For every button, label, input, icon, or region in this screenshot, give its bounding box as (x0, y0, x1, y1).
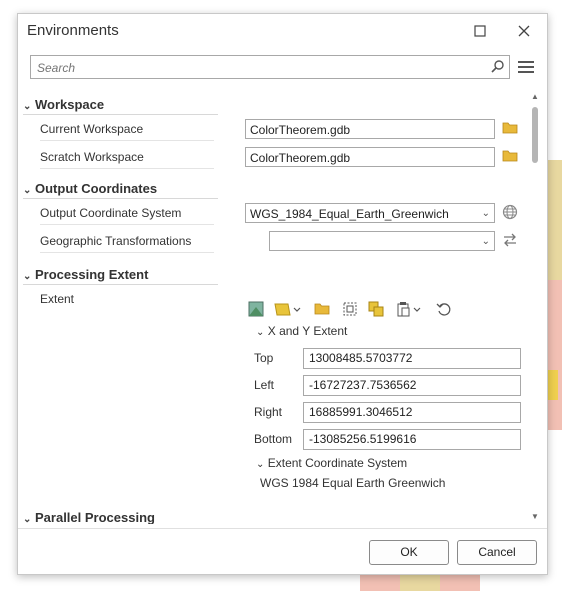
draw-extent-icon[interactable] (342, 301, 360, 319)
folder-icon[interactable] (502, 120, 520, 138)
geographic-transformations-label: Geographic Transformations (40, 234, 192, 248)
bottom-label: Bottom (254, 432, 293, 446)
search-box[interactable] (30, 55, 510, 79)
divider (40, 224, 214, 225)
left-field[interactable]: -16727237.7536562 (303, 375, 521, 396)
globe-icon[interactable] (502, 204, 520, 222)
chevron-down-icon: ⌄ (23, 271, 32, 282)
section-output-coordinates[interactable]: ⌄ Output Coordinates (23, 181, 157, 196)
chevron-down-icon: ⌄ (23, 514, 32, 524)
top-field[interactable]: 13008485.5703772 (303, 348, 521, 369)
right-field[interactable]: 16885991.3046512 (303, 402, 521, 423)
section-workspace[interactable]: ⌄ Workspace (23, 97, 104, 112)
hamburger-menu-icon[interactable] (518, 58, 534, 74)
dialog-footer: OK Cancel (18, 528, 547, 575)
extent-label: Extent (40, 292, 75, 306)
background-map-fragment (546, 280, 562, 430)
chevron-down-icon: ⌄ (23, 101, 32, 112)
scroll-thumb[interactable] (532, 107, 538, 163)
transform-arrows-icon[interactable] (502, 233, 520, 251)
section-label: Output Coordinates (35, 181, 158, 196)
folder-icon[interactable] (502, 148, 520, 166)
scratch-workspace-field[interactable]: ColorTheorem.gdb (245, 147, 495, 167)
scratch-workspace-label: Scratch Workspace (40, 150, 144, 164)
union-extent-icon[interactable] (368, 301, 386, 319)
background-map-fragment (546, 160, 562, 280)
current-workspace-label: Current Workspace (40, 122, 144, 136)
extent-coordinate-system-value: WGS 1984 Equal Earth Greenwich (260, 476, 446, 490)
current-workspace-field[interactable]: ColorTheorem.gdb (245, 119, 495, 139)
close-icon[interactable] (513, 20, 535, 42)
output-coordinate-system-dropdown[interactable]: WGS_1984_Equal_Earth_Greenwich ⌄ (245, 203, 495, 223)
environments-list: ⌄ Workspace Current Workspace ColorTheore… (18, 90, 527, 524)
chevron-down-icon: ⌄ (256, 459, 265, 470)
ok-button[interactable]: OK (369, 540, 449, 565)
section-label: Processing Extent (35, 267, 149, 282)
section-label: Workspace (35, 97, 105, 112)
divider (23, 284, 218, 285)
reset-icon[interactable] (436, 301, 454, 319)
section-label: Parallel Processing (35, 510, 155, 524)
divider (40, 252, 214, 253)
output-coordinate-system-value: WGS_1984_Equal_Earth_Greenwich (250, 207, 449, 221)
xy-extent-label: X and Y Extent (267, 324, 348, 338)
right-label: Right (254, 405, 283, 419)
map-extent-icon[interactable] (248, 301, 266, 319)
top-label: Top (254, 351, 274, 365)
maximize-icon[interactable] (469, 20, 491, 42)
chevron-down-icon: ⌄ (23, 185, 32, 196)
divider (23, 198, 218, 199)
dialog-title: Environments (27, 22, 119, 39)
geographic-transformations-dropdown[interactable]: ⌄ (269, 231, 495, 251)
chevron-down-icon: ⌄ (481, 208, 490, 219)
divider (23, 114, 218, 115)
divider (40, 168, 214, 169)
cancel-button[interactable]: Cancel (457, 540, 537, 565)
chevron-down-icon: ⌄ (256, 327, 265, 338)
output-coordinate-system-label: Output Coordinate System (40, 206, 182, 220)
extent-coordinate-system-label: Extent Coordinate System (267, 456, 408, 470)
extent-coordinate-system-group[interactable]: ⌄ Extent Coordinate System (256, 456, 407, 470)
section-processing-extent[interactable]: ⌄ Processing Extent (23, 267, 148, 282)
scroll-up-icon[interactable]: ▲ (531, 92, 539, 101)
folder-icon[interactable] (314, 301, 332, 319)
background-map-fragment (400, 573, 440, 591)
section-parallel-processing[interactable]: ⌄ Parallel Processing (23, 510, 155, 524)
x-and-y-extent-group[interactable]: ⌄ X and Y Extent (256, 324, 347, 338)
divider (40, 140, 214, 141)
scroll-down-icon[interactable]: ▼ (531, 512, 539, 521)
layer-extent-icon[interactable] (274, 301, 304, 319)
left-label: Left (254, 378, 275, 392)
title-bar: Environments (18, 14, 547, 48)
vertical-scrollbar[interactable]: ▲ ▼ (528, 90, 542, 524)
bottom-field[interactable]: -13085256.5199616 (303, 429, 521, 450)
environments-dialog: Environments ⌄Workspace Current Workspac… (17, 13, 548, 575)
search-input[interactable] (35, 58, 479, 78)
chevron-down-icon: ⌄ (481, 236, 490, 247)
search-icon[interactable] (491, 59, 505, 76)
paste-extent-icon[interactable] (396, 301, 424, 319)
